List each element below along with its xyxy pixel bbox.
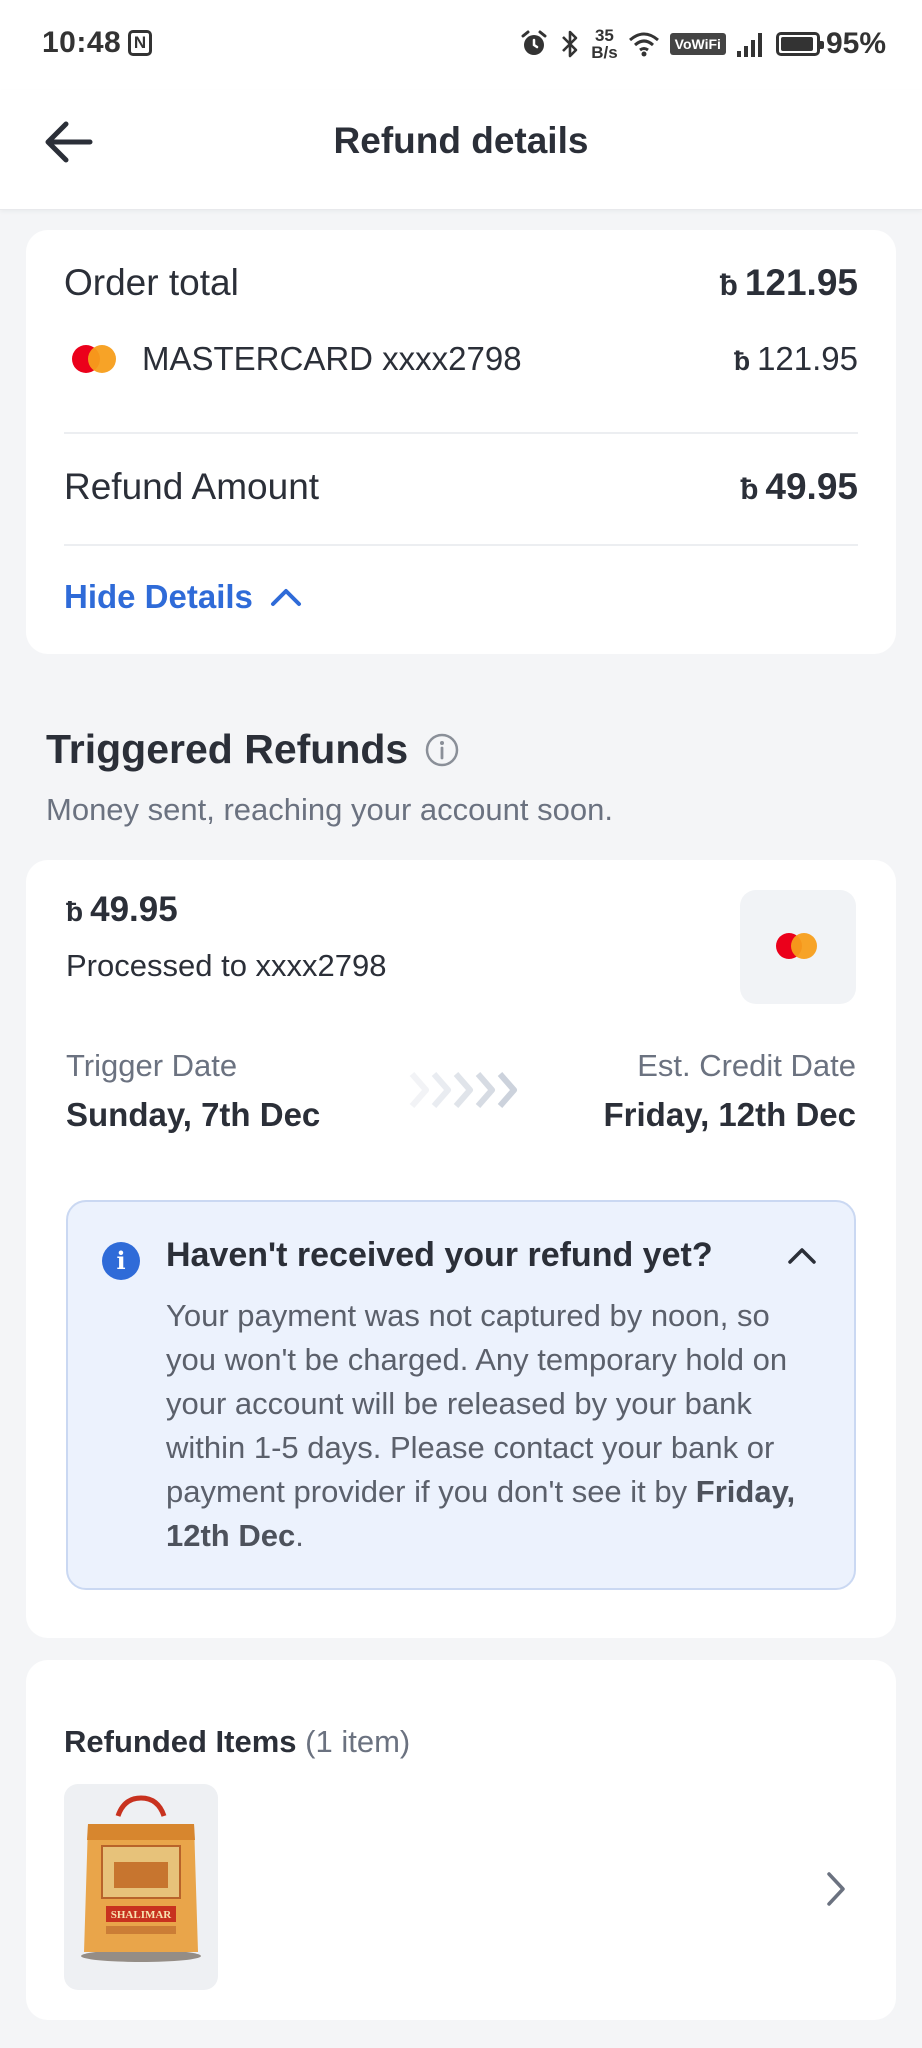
credit-date-value: Friday, 12th Dec	[603, 1096, 856, 1133]
refunded-items-card[interactable]: Refunded Items (1 item) SHALIMAR	[26, 1660, 896, 2020]
mastercard-icon	[776, 933, 820, 961]
speed-value: 35	[594, 26, 614, 45]
triggered-amount-value: 49.95	[90, 890, 178, 929]
triggered-refunds-title: Triggered Refunds	[46, 726, 409, 772]
page-title: Refund details	[333, 120, 589, 161]
refund-help-text: Your payment was not captured by noon, s…	[166, 1298, 788, 1509]
triggered-refund-card: ƀ 49.95 Processed to xxxx2798 Trigger Dat…	[26, 860, 896, 1638]
refund-help-title: Haven't received your refund yet?	[166, 1236, 713, 1274]
refund-amount-row: Refund Amount ƀ 49.95	[64, 466, 858, 508]
status-time: 10:48	[42, 26, 122, 59]
currency-icon: ƀ	[740, 473, 758, 506]
network-speed: 35 B/s	[591, 27, 617, 61]
progress-chevrons-icon	[409, 1072, 517, 1108]
divider	[64, 544, 858, 546]
triggered-amount: ƀ 49.95	[66, 890, 178, 930]
notification-n-icon: N	[128, 30, 152, 56]
alarm-icon	[521, 30, 547, 55]
info-outline-icon[interactable]	[424, 732, 460, 768]
refund-help-end: .	[295, 1518, 304, 1553]
bluetooth-icon	[562, 30, 578, 58]
info-icon: i	[102, 1242, 140, 1280]
trigger-date-label: Trigger Date	[66, 1048, 238, 1083]
credit-date-label: Est. Credit Date	[637, 1048, 856, 1083]
app-bar: Refund details	[0, 90, 922, 210]
hide-details-button[interactable]: Hide Details	[64, 578, 303, 616]
chevron-up-icon	[270, 589, 301, 606]
payment-method: MASTERCARD xxxx2798	[64, 340, 522, 378]
divider	[64, 432, 858, 434]
speed-unit: B/s	[591, 43, 618, 62]
rice-bag-icon: SHALIMAR	[81, 1795, 201, 1962]
mastercard-icon	[72, 345, 116, 373]
card-amount: ƀ 121.95	[734, 340, 858, 378]
chevron-right-icon[interactable]	[824, 1870, 848, 1908]
payment-card-badge	[740, 890, 856, 1004]
status-icons: 35 B/s VoWiFi 95%	[519, 22, 886, 66]
refund-amount-label: Refund Amount	[64, 466, 320, 507]
status-bar: 10:48 N 35 B/s VoWiFi 95%	[0, 0, 922, 90]
hide-details-label: Hide Details	[64, 578, 253, 615]
refund-help-body: Your payment was not captured by noon, s…	[166, 1294, 816, 1558]
trigger-date-value: Sunday, 7th Dec	[66, 1096, 321, 1133]
currency-icon: ƀ	[733, 346, 750, 376]
refunded-items-heading: Refunded Items (1 item)	[64, 1724, 410, 1760]
product-thumbnail[interactable]: SHALIMAR	[64, 1784, 218, 1990]
processed-to: Processed to xxxx2798	[66, 948, 387, 983]
card-label: MASTERCARD xxxx2798	[142, 340, 522, 377]
refund-value: 49.95	[765, 466, 858, 507]
refund-amount: ƀ 49.95	[740, 466, 858, 508]
order-total-label: Order total	[64, 262, 239, 303]
order-total-value: 121.95	[744, 262, 858, 303]
triggered-refunds-heading: Triggered Refunds	[46, 726, 460, 773]
refunded-items-title: Refunded Items	[64, 1724, 297, 1759]
battery-level	[780, 37, 814, 51]
refunded-items-count: (1 item)	[305, 1724, 411, 1759]
battery-indicator: 95%	[775, 27, 886, 61]
product-brand: SHALIMAR	[111, 1909, 173, 1921]
order-total-row: Order total ƀ 121.95	[64, 262, 858, 304]
refund-summary-card: Order total ƀ 121.95 MASTERCARD xxxx2798 …	[26, 230, 896, 654]
currency-icon: ƀ	[66, 896, 83, 927]
card-value: 121.95	[757, 340, 858, 377]
refund-help-box: i Haven't received your refund yet? Your…	[66, 1200, 856, 1590]
vowifi-badge: VoWiFi	[669, 33, 726, 55]
order-total-amount: ƀ 121.95	[720, 262, 858, 304]
wifi-icon	[628, 32, 659, 57]
battery-percent: 95%	[825, 27, 886, 60]
signal-icon	[736, 33, 762, 57]
triggered-refunds-subtitle: Money sent, reaching your account soon.	[46, 792, 613, 827]
currency-icon: ƀ	[719, 269, 738, 302]
battery-icon	[775, 32, 824, 56]
payment-method-row: MASTERCARD xxxx2798 ƀ 121.95	[64, 340, 858, 378]
chevron-up-icon[interactable]	[786, 1246, 818, 1266]
